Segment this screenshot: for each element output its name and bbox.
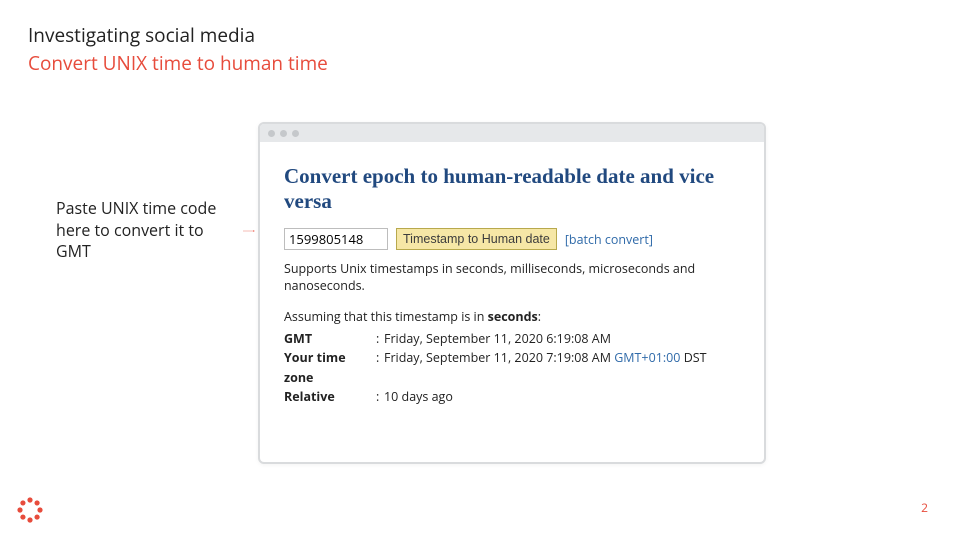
batch-convert-link[interactable]: [batch convert] [565, 231, 653, 248]
assuming-prefix: Assuming that this timestamp is in [284, 308, 488, 325]
result-label: Your time zone [284, 348, 376, 387]
epoch-input[interactable] [284, 228, 388, 250]
assuming-suffix: : [538, 308, 541, 325]
traffic-dot-icon [280, 130, 287, 137]
result-value-relative: 10 days ago [384, 387, 453, 406]
slide-title-block: Investigating social media Convert UNIX … [28, 22, 328, 76]
result-value-yourtz: Friday, September 11, 2020 7:19:08 AM GM… [384, 348, 707, 387]
slide-title: Investigating social media [28, 22, 328, 48]
page-number: 2 [921, 499, 928, 516]
window-titlebar [260, 124, 764, 142]
result-label: Relative [284, 387, 376, 406]
logo-icon [16, 496, 44, 524]
browser-window: Convert epoch to human-readable date and… [258, 122, 766, 464]
slide-subtitle: Convert UNIX time to human time [28, 50, 328, 76]
result-label: GMT [284, 329, 376, 348]
timezone-link[interactable]: GMT+01:00 [614, 349, 680, 366]
colon: : [376, 387, 384, 406]
panel-heading: Convert epoch to human-readable date and… [284, 164, 740, 214]
result-table: GMT : Friday, September 11, 2020 6:19:08… [284, 329, 740, 407]
result-row-relative: Relative : 10 days ago [284, 387, 740, 406]
result-row-yourtz: Your time zone : Friday, September 11, 2… [284, 348, 740, 387]
timestamp-to-human-button[interactable]: Timestamp to Human date [396, 228, 557, 250]
callout-text: Paste UNIX time code here to convert it … [56, 198, 236, 263]
colon: : [376, 329, 384, 348]
traffic-dot-icon [268, 130, 275, 137]
supports-text: Supports Unix timestamps in seconds, mil… [284, 260, 740, 294]
colon: : [376, 348, 384, 387]
result-value-gmt: Friday, September 11, 2020 6:19:08 AM [384, 329, 611, 348]
assuming-line: Assuming that this timestamp is in secon… [284, 308, 740, 325]
assuming-unit: seconds [488, 308, 538, 325]
result-row-gmt: GMT : Friday, September 11, 2020 6:19:08… [284, 329, 740, 348]
traffic-dot-icon [292, 130, 299, 137]
window-body: Convert epoch to human-readable date and… [260, 142, 764, 423]
convert-row: Timestamp to Human date [batch convert] [284, 228, 740, 250]
